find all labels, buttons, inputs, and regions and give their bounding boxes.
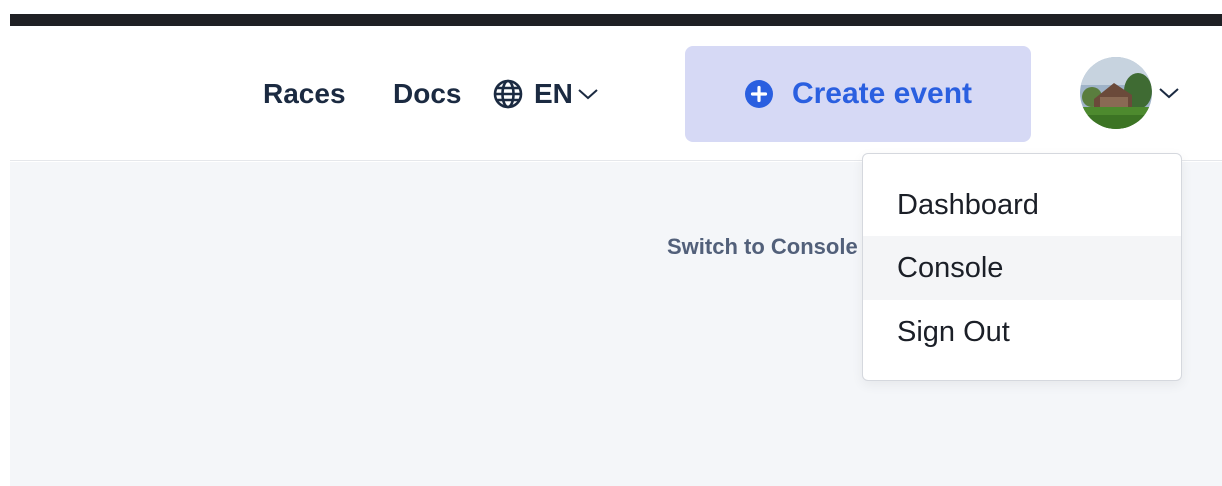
- header: [10, 26, 1222, 161]
- avatar-image: [1080, 57, 1152, 129]
- avatar[interactable]: [1080, 57, 1152, 129]
- menu-item-sign-out[interactable]: Sign Out: [863, 300, 1181, 364]
- chevron-down-icon: [578, 89, 598, 100]
- top-dark-bar: [10, 14, 1222, 26]
- language-label: EN: [534, 78, 573, 109]
- create-event-button[interactable]: Create event: [685, 46, 1031, 142]
- menu-item-console[interactable]: Console: [863, 236, 1181, 300]
- user-dropdown-menu: Dashboard Console Sign Out: [862, 153, 1182, 381]
- language-switcher[interactable]: EN: [492, 76, 599, 112]
- nav-races-link[interactable]: Races: [263, 76, 346, 112]
- chevron-down-icon: [1159, 88, 1179, 99]
- menu-item-dashboard[interactable]: Dashboard: [863, 173, 1181, 237]
- plus-circle-icon: [744, 80, 773, 108]
- switch-to-console-link[interactable]: Switch to Console: [667, 232, 865, 262]
- user-menu-toggle[interactable]: [1080, 57, 1180, 129]
- nav-docs-link[interactable]: Docs: [393, 76, 461, 112]
- create-event-label: Create event: [791, 77, 973, 110]
- globe-icon: [493, 79, 523, 109]
